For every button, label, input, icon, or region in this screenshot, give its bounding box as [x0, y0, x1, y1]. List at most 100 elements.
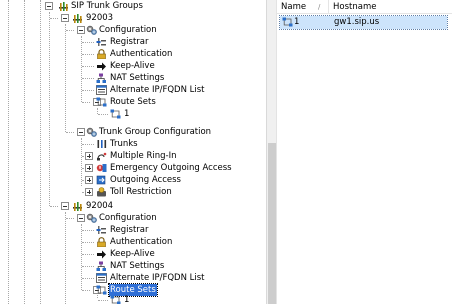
tree-label-alternate-ip: Alternate IP/FQDN List [110, 273, 205, 283]
tree-node-registrar[interactable]: Registrar [0, 224, 266, 236]
tree-node-92004[interactable]: 92004 [0, 200, 266, 212]
route-set-icon [282, 17, 293, 27]
network-icon [96, 73, 107, 83]
tree-label-trunks: Trunks [110, 139, 138, 149]
tree-connector [82, 42, 94, 43]
trunk-group-icon [73, 202, 82, 211]
sort-indicator-icon: / [318, 3, 321, 11]
tree-label-outgoing-access: Outgoing Access [110, 175, 181, 185]
trunk-group-icon [73, 14, 82, 23]
tree-label-nat-settings: NAT Settings [110, 73, 165, 83]
registrar-icon [96, 38, 106, 46]
route-set-icon [110, 295, 121, 304]
tree-node-nat-settings[interactable]: NAT Settings [0, 72, 266, 84]
column-header-name[interactable]: Name [277, 0, 329, 14]
expand-toggle[interactable] [85, 152, 93, 160]
tree-connector [82, 54, 94, 55]
tree-connector [82, 278, 94, 279]
trunks-icon [97, 140, 107, 148]
lock-icon [96, 49, 107, 59]
tree-node-toll-restriction[interactable]: Toll Restriction [0, 186, 266, 198]
expand-toggle[interactable] [85, 164, 93, 172]
tree-node-alternate-ip[interactable]: Alternate IP/FQDN List [0, 272, 266, 284]
tree-connector [50, 18, 58, 19]
expand-toggle[interactable] [85, 188, 93, 196]
tree-node-alternate-ip[interactable]: Alternate IP/FQDN List [0, 84, 266, 96]
tree-connector [82, 78, 94, 79]
column-header-name-label: Name [281, 2, 307, 12]
expand-toggle[interactable] [85, 176, 93, 184]
tree-label-configuration: Configuration [99, 25, 157, 35]
registrar-icon [96, 226, 106, 234]
tree-node-authentication[interactable]: Authentication [0, 48, 266, 60]
tree-connector [66, 30, 74, 31]
tree-node-keep-alive[interactable]: Keep-Alive [0, 60, 266, 72]
tree-connector [82, 102, 90, 103]
tree-label-authentication: Authentication [110, 49, 173, 59]
tree-node-keep-alive[interactable]: Keep-Alive [0, 248, 266, 260]
scrollbar-thumb[interactable] [268, 143, 276, 304]
tree-node-configuration[interactable]: Configuration [0, 212, 266, 224]
collapse-toggle[interactable] [77, 128, 85, 136]
tree-connector [98, 114, 108, 115]
tree-label-trunk-group-configuration: Trunk Group Configuration [99, 127, 212, 137]
tree-label-emergency-outgoing: Emergency Outgoing Access [110, 163, 232, 173]
tree-connector [82, 144, 94, 145]
tree-connector [66, 218, 74, 219]
tree-node-registrar[interactable]: Registrar [0, 36, 266, 48]
collapse-toggle[interactable] [77, 26, 85, 34]
tree-node-nat-settings[interactable]: NAT Settings [0, 260, 266, 272]
tree-label-keep-alive: Keep-Alive [110, 249, 155, 259]
tree-node-configuration[interactable]: Configuration [0, 24, 266, 36]
tree-label-sip-trunk-groups: SIP Trunk Groups [71, 1, 143, 11]
column-header-hostname-label: Hostname [333, 2, 377, 12]
tree-label-92004: 92004 [86, 201, 114, 211]
tree-node-trunk-group-configuration[interactable]: Trunk Group Configuration [0, 126, 266, 138]
tree-label-route-set-1: 1 [124, 295, 130, 304]
tree-connector [98, 300, 108, 301]
tree-node-trunks[interactable]: Trunks [0, 138, 266, 150]
collapse-toggle[interactable] [61, 14, 69, 22]
list-cell-hostname: gw1.sip.us [334, 17, 380, 27]
tree-connector [82, 290, 90, 291]
tree-node-route-set-1[interactable]: 1 [0, 108, 266, 120]
tree-connector [82, 90, 94, 91]
tree-node-sip-trunk-groups[interactable]: SIP Trunk Groups [0, 0, 266, 12]
tree-connector [50, 206, 58, 207]
collapse-toggle[interactable] [61, 202, 69, 210]
tree-node-route-sets[interactable]: Route Sets [0, 96, 266, 108]
column-header-hostname[interactable]: Hostname [329, 0, 452, 14]
list-item[interactable]: 1 gw1.sip.us [279, 15, 448, 30]
tree-label-multiple-ring-in: Multiple Ring-In [110, 151, 177, 161]
tree-node-authentication[interactable]: Authentication [0, 236, 266, 248]
tree-label-registrar: Registrar [110, 225, 149, 235]
tree-node-92003[interactable]: 92003 [0, 12, 266, 24]
collapse-toggle[interactable] [77, 214, 85, 222]
tree-connector [82, 66, 94, 67]
tree-connector [66, 132, 74, 133]
tree-label-alternate-ip: Alternate IP/FQDN List [110, 85, 205, 95]
gear-icon [86, 213, 97, 223]
gear-icon [86, 25, 97, 35]
outgoing-icon [96, 175, 106, 185]
collapse-toggle[interactable] [45, 2, 53, 10]
tree-label-authentication: Authentication [110, 237, 173, 247]
gear-icon [86, 127, 97, 137]
tree-node-multiple-ring-in[interactable]: Multiple Ring-In [0, 150, 266, 162]
details-list[interactable]: Name / Hostname 1 gw1.sip.us [276, 0, 452, 304]
list-icon [96, 85, 107, 95]
tree-pane[interactable]: SIP Trunk Groups 92003 Configuration Reg… [0, 0, 266, 304]
tree-connector [82, 254, 94, 255]
tree-node-emergency-outgoing[interactable]: Emergency Outgoing Access [0, 162, 266, 174]
tree-label-configuration: Configuration [99, 213, 157, 223]
tree-node-route-set-1[interactable]: 1 [0, 294, 266, 304]
tree-label-route-set-1: 1 [124, 109, 130, 119]
route-sets-icon [96, 97, 107, 107]
toll-icon [96, 187, 107, 197]
network-icon [96, 261, 107, 271]
tree-node-outgoing-access[interactable]: Outgoing Access [0, 174, 266, 186]
ring-in-icon [96, 152, 107, 161]
route-set-icon [110, 109, 121, 119]
tree-label-92003: 92003 [86, 13, 114, 23]
vertical-scrollbar[interactable] [266, 0, 276, 304]
